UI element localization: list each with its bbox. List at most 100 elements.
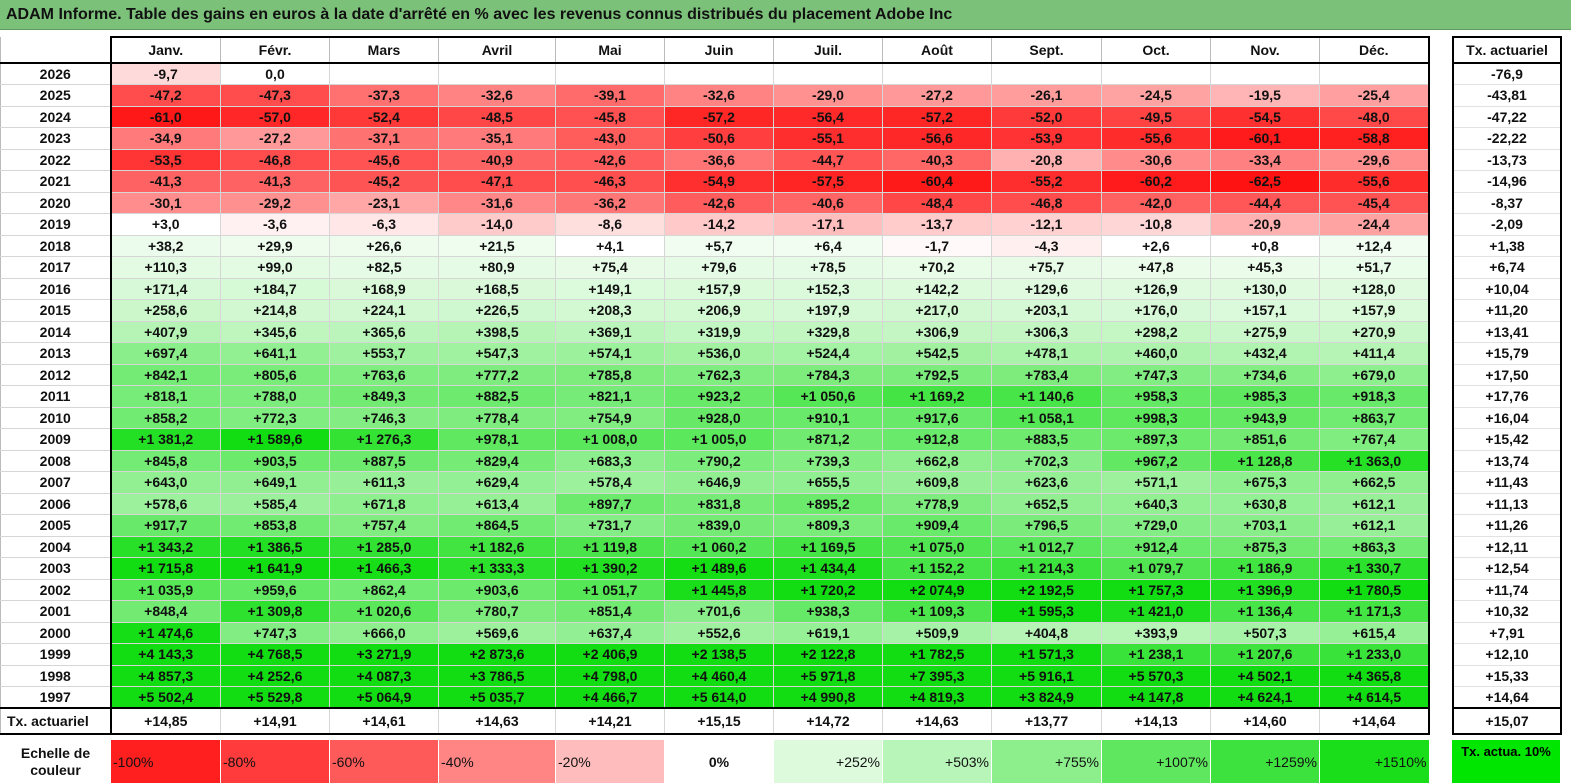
gain-cell: +407,9 xyxy=(109,321,221,343)
table-row: 2007 +643,0 +649,1 +611,3 +629,4 +578,4 +646,9… xyxy=(0,471,1430,494)
gain-cell: -8,6 xyxy=(555,213,665,236)
gain-cell: +4,1 xyxy=(555,235,665,257)
gain-cell: +2 074,9 xyxy=(882,579,992,601)
year-label: 2024 xyxy=(0,106,111,128)
gain-cell: +1 390,2 xyxy=(555,557,665,580)
actuarial-rate-cell: -13,73 xyxy=(1452,149,1562,171)
gain-cell: +702,3 xyxy=(991,450,1102,472)
gain-cell: -60,1 xyxy=(1210,127,1320,150)
gain-cell: +1 285,0 xyxy=(329,536,439,558)
gain-cell xyxy=(1101,63,1211,85)
gain-cell: -42,6 xyxy=(555,149,665,171)
gain-cell: -46,8 xyxy=(991,192,1102,214)
gain-cell: +214,8 xyxy=(220,299,330,322)
actuarial-rate-cell: +17,76 xyxy=(1452,385,1562,408)
gain-cell: +509,9 xyxy=(882,622,992,644)
gain-cell: -29,2 xyxy=(220,192,330,214)
legend-rate-box: Tx. actua. 10% xyxy=(1452,740,1560,783)
gain-cell: +393,9 xyxy=(1101,622,1211,644)
header-corner xyxy=(0,37,111,64)
actuarial-rate-cell: +15,79 xyxy=(1452,342,1562,365)
average-cell: +14,85 xyxy=(109,707,221,735)
gain-cell: +157,9 xyxy=(1319,299,1430,322)
gain-cell: +747,3 xyxy=(220,622,330,644)
gain-cell: -55,2 xyxy=(991,170,1102,193)
year-label: 2004 xyxy=(0,536,111,558)
gain-cell: +5 529,8 xyxy=(220,686,330,709)
year-label: 2005 xyxy=(0,514,111,537)
gain-cell: +547,3 xyxy=(438,342,556,365)
color-scale-step: +1510% xyxy=(1319,740,1429,783)
gain-cell: +609,8 xyxy=(882,471,992,494)
gain-cell: +1 128,8 xyxy=(1210,450,1320,472)
average-cell: +14,60 xyxy=(1210,707,1320,735)
color-scale-step: +755% xyxy=(991,740,1102,783)
gain-cell: +4 990,8 xyxy=(773,686,883,709)
table-row: 2012 +842,1 +805,6 +763,6 +777,2 +785,8 +762,3… xyxy=(0,364,1430,386)
gain-cell: +4 857,3 xyxy=(109,665,221,687)
gain-cell: +943,9 xyxy=(1210,407,1320,429)
month-header-4: Mai xyxy=(555,36,665,64)
table-row: 2002 +1 035,9 +959,6 +862,4 +903,6 +1 051,7 +1… xyxy=(0,579,1430,601)
gain-cell: -55,6 xyxy=(1319,170,1430,193)
average-cell: +14,13 xyxy=(1101,707,1211,735)
gain-cell: +197,9 xyxy=(773,299,883,322)
gain-cell: +585,4 xyxy=(220,493,330,515)
year-label: 2016 xyxy=(0,278,111,300)
gain-cell: +734,6 xyxy=(1210,364,1320,386)
gain-cell: +845,8 xyxy=(109,450,221,472)
gain-cell: +849,3 xyxy=(329,385,439,408)
month-header-8: Sept. xyxy=(991,36,1102,64)
gain-cell: -45,2 xyxy=(329,170,439,193)
table-row: 2019 +3,0 -3,6 -6,3 -14,0 -8,6 -14,2 -17,1 -13,7… xyxy=(0,213,1430,236)
gain-cell: +574,1 xyxy=(555,342,665,365)
gain-cell: +842,1 xyxy=(109,364,221,386)
year-label: 2019 xyxy=(0,213,111,236)
gain-cell: +772,3 xyxy=(220,407,330,429)
gain-cell: +3 824,9 xyxy=(991,686,1102,709)
gain-cell: +780,7 xyxy=(438,600,556,623)
month-header-5: Juin xyxy=(664,36,774,64)
year-label: 2023 xyxy=(0,127,111,150)
month-header-3: Avril xyxy=(438,36,556,64)
table-row: 2026 -9,7 0,0 xyxy=(0,63,1430,85)
gain-cell: +203,1 xyxy=(991,299,1102,322)
color-scale: Echelle de couleur -100% -80% -60% -40% -20%… xyxy=(0,740,1429,783)
gain-cell: -56,6 xyxy=(882,127,992,150)
gain-cell: +82,5 xyxy=(329,256,439,279)
gain-cell: +858,2 xyxy=(109,407,221,429)
gain-cell: -45,6 xyxy=(329,149,439,171)
gain-cell: +778,9 xyxy=(882,493,992,515)
gain-cell: +903,6 xyxy=(438,579,556,601)
actuarial-rate-cell: +11,74 xyxy=(1452,579,1562,601)
gain-cell: +4 502,1 xyxy=(1210,665,1320,687)
gain-cell: +643,0 xyxy=(109,471,221,494)
gain-cell: +619,1 xyxy=(773,622,883,644)
gain-cell: +1 005,0 xyxy=(664,428,774,451)
gain-cell: +821,1 xyxy=(555,385,665,408)
gain-cell xyxy=(1210,63,1320,85)
gain-cell: +655,5 xyxy=(773,471,883,494)
gain-cell xyxy=(329,63,439,85)
actuarial-rate-cell: +15,33 xyxy=(1452,665,1562,687)
actuarial-rate-cell: +12,10 xyxy=(1452,643,1562,666)
gain-cell: +4 147,8 xyxy=(1101,686,1211,709)
gain-cell: +928,0 xyxy=(664,407,774,429)
gain-cell: -24,5 xyxy=(1101,84,1211,107)
actuarial-rate-cell: +16,04 xyxy=(1452,407,1562,429)
gain-cell: +542,5 xyxy=(882,342,992,365)
gain-cell: +641,1 xyxy=(220,342,330,365)
gain-cell: -52,4 xyxy=(329,106,439,128)
gain-cell: +785,8 xyxy=(555,364,665,386)
gain-cell: +1 720,2 xyxy=(773,579,883,601)
gain-cell: -57,2 xyxy=(882,106,992,128)
gain-cell: +2 138,5 xyxy=(664,643,774,666)
year-label: 2007 xyxy=(0,471,111,494)
gain-cell: +863,7 xyxy=(1319,407,1430,429)
month-header-2: Mars xyxy=(329,36,439,64)
gain-cell: +1 330,7 xyxy=(1319,557,1430,580)
gain-cell: +1 233,0 xyxy=(1319,643,1430,666)
gain-cell: +3,0 xyxy=(109,213,221,236)
gain-cell: +75,4 xyxy=(555,256,665,279)
gain-cell: +404,8 xyxy=(991,622,1102,644)
